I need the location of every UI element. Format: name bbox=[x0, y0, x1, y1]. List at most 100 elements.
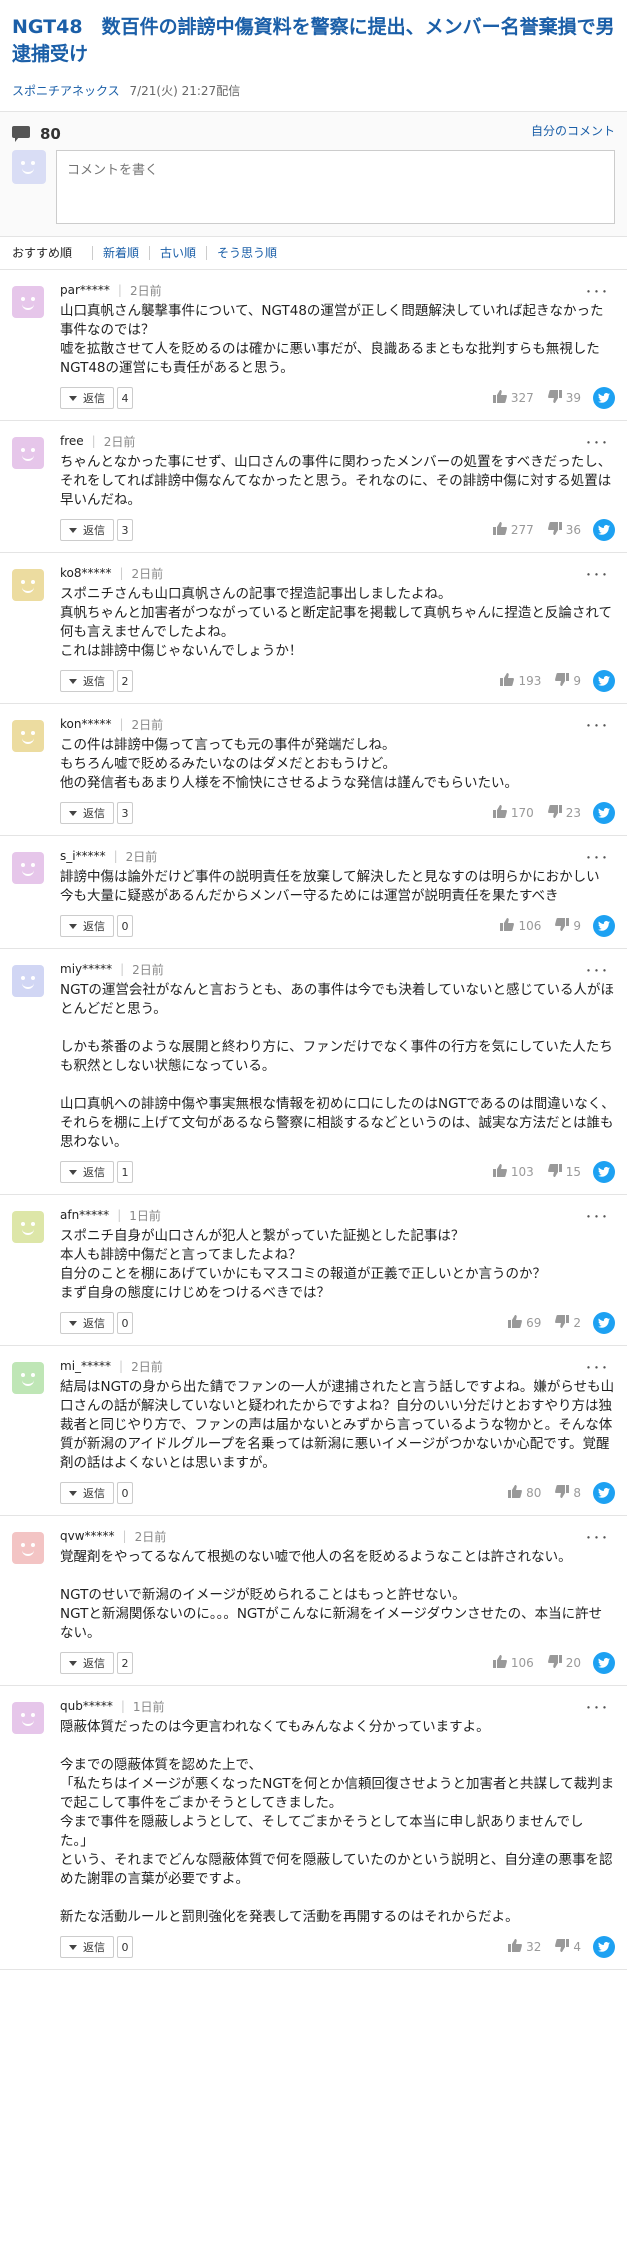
commenter-name[interactable]: s_i***** bbox=[60, 849, 106, 863]
more-options-icon[interactable]: ･･･ bbox=[585, 1207, 609, 1227]
twitter-share-icon[interactable] bbox=[593, 670, 615, 692]
disagree-count: 9 bbox=[573, 919, 581, 933]
twitter-share-icon[interactable] bbox=[593, 1652, 615, 1674]
commenter-name[interactable]: par***** bbox=[60, 283, 110, 297]
disagree-count: 2 bbox=[573, 1316, 581, 1330]
sort-newest[interactable]: 新着順 bbox=[92, 246, 149, 260]
more-options-icon[interactable]: ･･･ bbox=[585, 433, 609, 453]
comment-text: 山口真帆さん襲撃事件について、NGT48の運営が正しく問題解決していれば起きなか… bbox=[60, 303, 604, 376]
more-options-icon[interactable]: ･･･ bbox=[585, 1528, 609, 1548]
reply-button[interactable]: 返信 bbox=[60, 387, 114, 409]
agree-count: 106 bbox=[510, 1656, 534, 1670]
agree-button[interactable]: 106 bbox=[492, 1655, 534, 1671]
agree-count: 103 bbox=[510, 1165, 534, 1179]
commenter-name[interactable]: qvw***** bbox=[60, 1529, 115, 1543]
more-options-icon[interactable]: ･･･ bbox=[585, 282, 609, 302]
twitter-share-icon[interactable] bbox=[593, 802, 615, 824]
article-source[interactable]: スポニチアネックス bbox=[12, 84, 120, 98]
my-comments-link[interactable]: 自分のコメント bbox=[531, 122, 615, 139]
reply-button[interactable]: 返信 bbox=[60, 1161, 114, 1183]
agree-button[interactable]: 106 bbox=[500, 918, 541, 934]
sort-recommended[interactable]: おすすめ順 bbox=[12, 246, 82, 260]
sort-oldest[interactable]: 古い順 bbox=[149, 246, 206, 260]
agree-count: 170 bbox=[510, 806, 534, 820]
agree-button[interactable]: 193 bbox=[500, 673, 541, 689]
reply-count: 0 bbox=[117, 1482, 133, 1504]
reply-label: 返信 bbox=[83, 1941, 105, 1954]
disagree-count: 20 bbox=[565, 1656, 581, 1670]
reply-button[interactable]: 返信 bbox=[60, 1312, 114, 1334]
more-options-icon[interactable]: ･･･ bbox=[585, 565, 609, 585]
caret-down-icon bbox=[69, 1490, 77, 1496]
agree-button[interactable]: 277 bbox=[492, 522, 534, 538]
thumbs-up-icon bbox=[508, 1939, 526, 1955]
disagree-button[interactable]: 4 bbox=[555, 1939, 581, 1955]
disagree-button[interactable]: 20 bbox=[547, 1655, 581, 1671]
reply-button[interactable]: 返信 bbox=[60, 915, 114, 937]
twitter-share-icon[interactable] bbox=[593, 519, 615, 541]
agree-button[interactable]: 69 bbox=[508, 1315, 541, 1331]
disagree-button[interactable]: 9 bbox=[555, 673, 581, 689]
more-options-icon[interactable]: ･･･ bbox=[585, 716, 609, 736]
sort-most-agreed[interactable]: そう思う順 bbox=[206, 246, 287, 260]
comment-item: ･･･ ko8***** | 2日前 スポニチさんも山口真帆さんの記事で捏造記事出しまし… bbox=[0, 553, 627, 704]
caret-down-icon bbox=[69, 1169, 77, 1175]
reply-button[interactable]: 返信 bbox=[60, 519, 114, 541]
reply-button[interactable]: 返信 bbox=[60, 1482, 114, 1504]
comment-item: ･･･ par***** | 2日前 山口真帆さん襲撃事件について、NGT48の運営が正… bbox=[0, 270, 627, 421]
disagree-button[interactable]: 23 bbox=[547, 805, 581, 821]
agree-button[interactable]: 170 bbox=[492, 805, 534, 821]
caret-down-icon bbox=[69, 395, 77, 401]
commenter-name[interactable]: miy***** bbox=[60, 962, 112, 976]
more-options-icon[interactable]: ･･･ bbox=[585, 1358, 609, 1378]
thumbs-down-icon bbox=[547, 1655, 566, 1671]
commenter-name[interactable]: ko8***** bbox=[60, 566, 112, 580]
agree-button[interactable]: 327 bbox=[492, 390, 534, 406]
reply-button[interactable]: 返信 bbox=[60, 670, 114, 692]
disagree-button[interactable]: 39 bbox=[547, 390, 581, 406]
disagree-button[interactable]: 8 bbox=[555, 1485, 581, 1501]
comment-text: 覚醒剤をやってるなんて根拠のない嘘で他人の名を貶めるようなことは許されない。 N… bbox=[60, 1549, 603, 1641]
caret-down-icon bbox=[69, 1944, 77, 1950]
comment-input[interactable] bbox=[56, 150, 615, 224]
more-options-icon[interactable]: ･･･ bbox=[585, 961, 609, 981]
thumbs-up-icon bbox=[492, 522, 511, 538]
reply-count: 0 bbox=[117, 1936, 133, 1958]
commenter-name[interactable]: qub***** bbox=[60, 1699, 113, 1713]
more-options-icon[interactable]: ･･･ bbox=[585, 1698, 609, 1718]
disagree-button[interactable]: 2 bbox=[555, 1315, 581, 1331]
twitter-share-icon[interactable] bbox=[593, 1161, 615, 1183]
reply-count: 1 bbox=[117, 1161, 133, 1183]
disagree-count: 39 bbox=[565, 391, 581, 405]
comment-time: 2日前 bbox=[131, 717, 164, 732]
commenter-name[interactable]: kon***** bbox=[60, 717, 111, 731]
reply-count: 3 bbox=[117, 519, 133, 541]
commenter-name[interactable]: free bbox=[60, 434, 84, 448]
caret-down-icon bbox=[69, 527, 77, 533]
twitter-share-icon[interactable] bbox=[593, 1482, 615, 1504]
disagree-button[interactable]: 9 bbox=[555, 918, 581, 934]
twitter-share-icon[interactable] bbox=[593, 915, 615, 937]
thumbs-up-icon bbox=[492, 805, 511, 821]
disagree-button[interactable]: 36 bbox=[547, 522, 581, 538]
disagree-count: 4 bbox=[573, 1940, 581, 1954]
more-options-icon[interactable]: ･･･ bbox=[585, 848, 609, 868]
comment-text: 結局はNGTの身から出た錆でファンの一人が逮捕されたと言う話しですよね。嫌がらせ… bbox=[60, 1379, 615, 1471]
commenter-avatar bbox=[12, 852, 44, 884]
agree-button[interactable]: 80 bbox=[508, 1485, 541, 1501]
commenter-name[interactable]: afn***** bbox=[60, 1208, 109, 1222]
disagree-button[interactable]: 15 bbox=[547, 1164, 581, 1180]
agree-button[interactable]: 32 bbox=[508, 1939, 541, 1955]
reply-button[interactable]: 返信 bbox=[60, 802, 114, 824]
reply-button[interactable]: 返信 bbox=[60, 1936, 114, 1958]
commenter-name[interactable]: mi_***** bbox=[60, 1359, 111, 1373]
agree-button[interactable]: 103 bbox=[492, 1164, 534, 1180]
reply-button[interactable]: 返信 bbox=[60, 1652, 114, 1674]
sort-tabs: おすすめ順 新着順 古い順 そう思う順 bbox=[0, 236, 627, 270]
twitter-share-icon[interactable] bbox=[593, 1312, 615, 1334]
article-title[interactable]: NGT48 数百件の誹謗中傷資料を警察に提出、メンバー名誉棄損で男逮捕受け bbox=[12, 14, 615, 68]
comment-bubble-icon bbox=[12, 126, 30, 142]
twitter-share-icon[interactable] bbox=[593, 387, 615, 409]
twitter-share-icon[interactable] bbox=[593, 1936, 615, 1958]
agree-count: 106 bbox=[518, 919, 542, 933]
